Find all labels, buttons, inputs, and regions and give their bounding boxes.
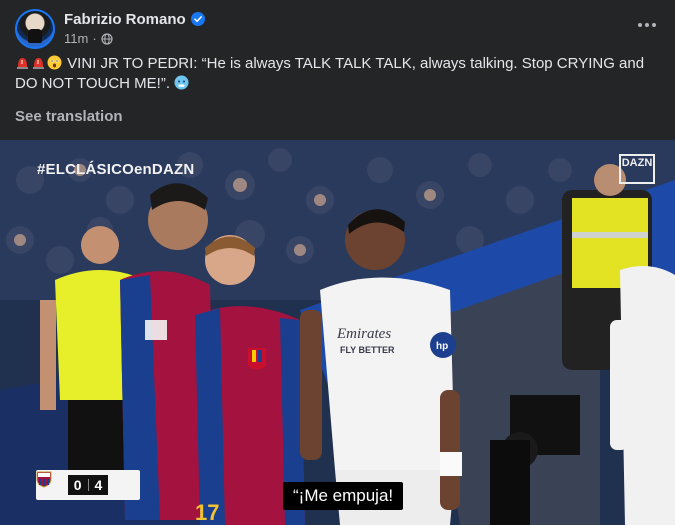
cold-face-icon — [174, 75, 189, 90]
hashtag-overlay: #ELCLÁSICOenDAZN — [37, 161, 195, 178]
dazn-logo-text: DAZN — [621, 157, 653, 169]
svg-text:hp: hp — [436, 341, 448, 352]
score-display: 0 4 — [67, 475, 109, 495]
post-header: Fabrizio Romano 11m · — [15, 9, 665, 49]
astonished-face-icon — [47, 55, 62, 70]
author-row: Fabrizio Romano — [64, 9, 205, 29]
video-subtitle: “¡Me empuja! — [283, 482, 404, 510]
siren-icon — [33, 58, 44, 69]
post-meta: 11m · — [64, 31, 113, 46]
score-home: 0 — [73, 477, 82, 493]
verified-badge-icon — [190, 12, 205, 26]
more-options-icon — [638, 23, 656, 27]
globe-icon — [101, 32, 113, 45]
video-frame[interactable]: hp Emirates FLY BETTER #ELCLÁSICOenDAZN … — [0, 140, 675, 525]
dazn-logo: DAZN — [619, 154, 655, 184]
scoreboard: 0 4 — [36, 470, 140, 500]
score-away: 4 — [94, 477, 103, 493]
svg-text:FLY BETTER: FLY BETTER — [340, 345, 395, 355]
author-name[interactable]: Fabrizio Romano — [64, 11, 186, 28]
score-divider — [87, 479, 89, 491]
see-translation-link[interactable]: See translation — [15, 108, 123, 125]
match-scene: hp Emirates FLY BETTER — [0, 140, 675, 525]
post-body: VINI JR TO PEDRI: “He is always TALK TAL… — [15, 55, 645, 92]
svg-text:Emirates: Emirates — [336, 326, 391, 342]
post-text: VINI JR TO PEDRI: “He is always TALK TAL… — [15, 54, 655, 94]
post-time[interactable]: 11m — [64, 31, 88, 46]
avatar[interactable] — [15, 9, 55, 49]
meta-separator: · — [92, 31, 97, 46]
siren-icon — [17, 58, 28, 69]
more-options-button[interactable] — [635, 13, 659, 37]
barcelona-crest-icon — [36, 471, 52, 488]
jersey-number: 17 — [195, 500, 220, 525]
